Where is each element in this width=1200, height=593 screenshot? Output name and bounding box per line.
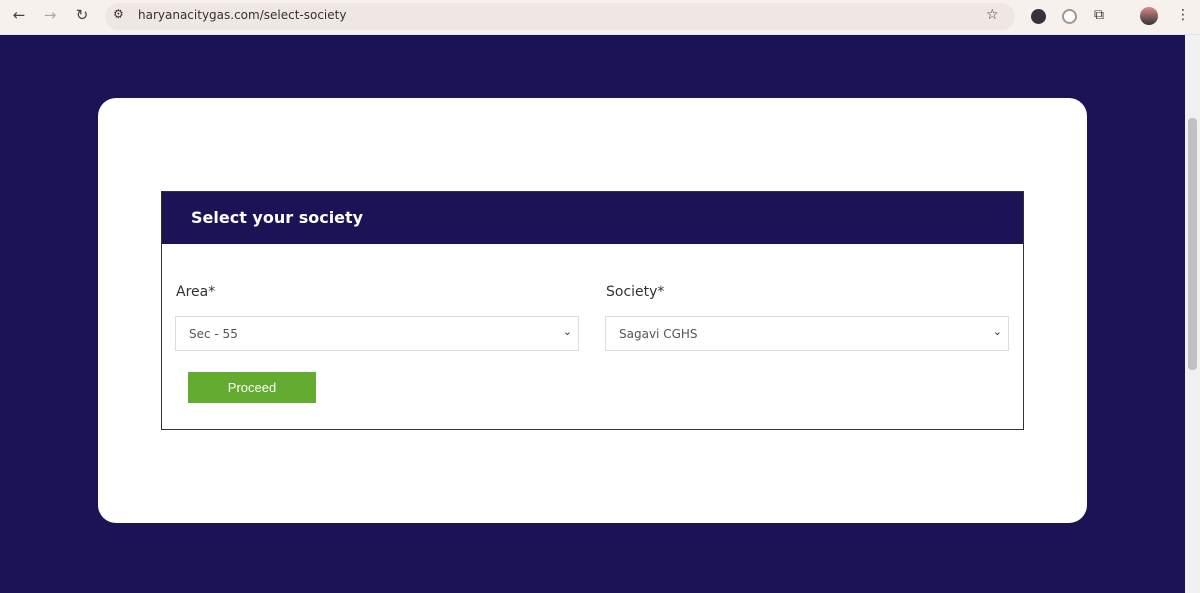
area-value: Sec - 55 [189, 327, 238, 341]
content-card: Select your society Area* Sec - 55 ⌄ Soc… [98, 98, 1087, 523]
forward-icon[interactable]: → [39, 6, 61, 24]
proceed-button[interactable]: Proceed [188, 372, 316, 403]
scrollbar-thumb[interactable] [1188, 118, 1197, 370]
reload-icon[interactable]: ↻ [71, 6, 93, 24]
profile-avatar[interactable] [1140, 7, 1158, 25]
browser-toolbar: ← → ↻ ⚙ haryanacitygas.com/select-societ… [0, 0, 1200, 35]
site-settings-icon[interactable]: ⚙ [113, 7, 124, 21]
chevron-down-icon: ⌄ [992, 325, 1002, 338]
society-value: Sagavi CGHS [619, 327, 698, 341]
bookmark-star-icon[interactable]: ☆ [986, 7, 999, 23]
chevron-down-icon: ⌄ [562, 325, 572, 338]
form-title: Select your society [162, 192, 1023, 244]
society-select[interactable]: Sagavi CGHS ⌄ [605, 316, 1009, 351]
area-select[interactable]: Sec - 55 ⌄ [175, 316, 579, 351]
url-text[interactable]: haryanacitygas.com/select-society [138, 8, 346, 22]
menu-kebab-icon[interactable]: ⋮ [1176, 7, 1190, 23]
select-society-form: Select your society Area* Sec - 55 ⌄ Soc… [161, 191, 1024, 430]
extension-k-icon[interactable] [1031, 9, 1046, 24]
extensions-puzzle-icon[interactable]: ⧉ [1094, 7, 1104, 23]
scrollbar[interactable] [1185, 35, 1200, 593]
back-icon[interactable]: ← [8, 6, 30, 24]
area-label: Area* [176, 284, 216, 300]
society-label: Society* [606, 284, 665, 300]
grammarly-icon[interactable] [1062, 9, 1077, 24]
